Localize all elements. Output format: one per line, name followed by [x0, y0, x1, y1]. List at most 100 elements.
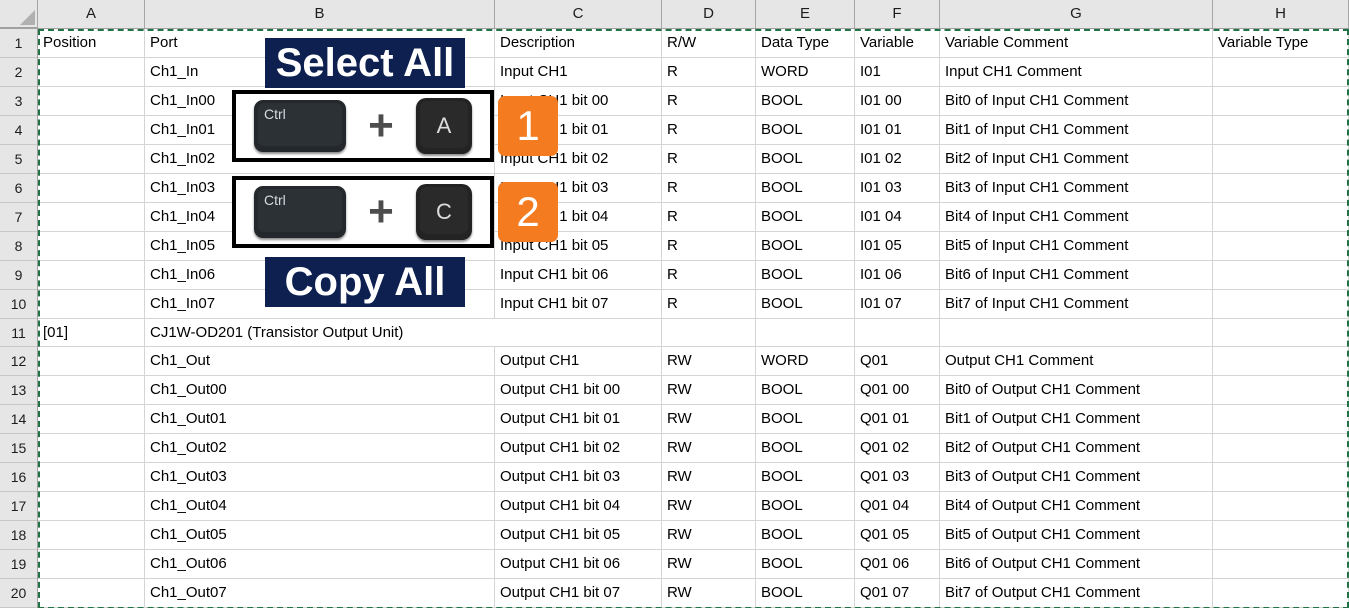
cell-e11[interactable]	[756, 319, 855, 347]
cell-d4[interactable]: R	[662, 116, 756, 145]
cell-b17[interactable]: Ch1_Out04	[145, 492, 495, 521]
row-header-8[interactable]: 8	[0, 232, 37, 261]
cell-g14[interactable]: Bit1 of Output CH1 Comment	[940, 405, 1213, 434]
cell-b14[interactable]: Ch1_Out01	[145, 405, 495, 434]
cell-b15[interactable]: Ch1_Out02	[145, 434, 495, 463]
cell-a20[interactable]	[38, 579, 145, 608]
row-header-1[interactable]: 1	[0, 29, 37, 58]
column-header-d[interactable]: D	[662, 0, 756, 28]
cell-c13[interactable]: Output CH1 bit 00	[495, 376, 662, 405]
cell-g12[interactable]: Output CH1 Comment	[940, 347, 1213, 376]
column-header-b[interactable]: B	[145, 0, 495, 28]
cell-a16[interactable]	[38, 463, 145, 492]
row-header-12[interactable]: 12	[0, 347, 37, 376]
cell-h4[interactable]	[1213, 116, 1349, 145]
cell-d6[interactable]: R	[662, 174, 756, 203]
cell-c10[interactable]: Input CH1 bit 07	[495, 290, 662, 319]
cell-h15[interactable]	[1213, 434, 1349, 463]
cell-g16[interactable]: Bit3 of Output CH1 Comment	[940, 463, 1213, 492]
cell-e10[interactable]: BOOL	[756, 290, 855, 319]
cell-f4[interactable]: I01 01	[855, 116, 940, 145]
cell-a1[interactable]: Position	[38, 29, 145, 58]
cell-g9[interactable]: Bit6 of Input CH1 Comment	[940, 261, 1213, 290]
cell-d19[interactable]: RW	[662, 550, 756, 579]
cell-d1[interactable]: R/W	[662, 29, 756, 58]
cell-c1[interactable]: Description	[495, 29, 662, 58]
cell-e16[interactable]: BOOL	[756, 463, 855, 492]
cell-e2[interactable]: WORD	[756, 58, 855, 87]
cell-a13[interactable]	[38, 376, 145, 405]
cell-f11[interactable]	[855, 319, 940, 347]
row-header-7[interactable]: 7	[0, 203, 37, 232]
cell-a14[interactable]	[38, 405, 145, 434]
cell-g8[interactable]: Bit5 of Input CH1 Comment	[940, 232, 1213, 261]
cell-c18[interactable]: Output CH1 bit 05	[495, 521, 662, 550]
cell-h9[interactable]	[1213, 261, 1349, 290]
cell-f15[interactable]: Q01 02	[855, 434, 940, 463]
cell-g19[interactable]: Bit6 of Output CH1 Comment	[940, 550, 1213, 579]
row-header-17[interactable]: 17	[0, 492, 37, 521]
cell-h20[interactable]	[1213, 579, 1349, 608]
cell-b19[interactable]: Ch1_Out06	[145, 550, 495, 579]
cell-e13[interactable]: BOOL	[756, 376, 855, 405]
cell-f10[interactable]: I01 07	[855, 290, 940, 319]
cell-h10[interactable]	[1213, 290, 1349, 319]
row-header-15[interactable]: 15	[0, 434, 37, 463]
cell-h14[interactable]	[1213, 405, 1349, 434]
cell-e4[interactable]: BOOL	[756, 116, 855, 145]
column-header-a[interactable]: A	[38, 0, 145, 28]
cell-d7[interactable]: R	[662, 203, 756, 232]
cell-h18[interactable]	[1213, 521, 1349, 550]
cell-e7[interactable]: BOOL	[756, 203, 855, 232]
cell-a18[interactable]	[38, 521, 145, 550]
row-header-16[interactable]: 16	[0, 463, 37, 492]
cell-e9[interactable]: BOOL	[756, 261, 855, 290]
cell-d15[interactable]: RW	[662, 434, 756, 463]
cell-b20[interactable]: Ch1_Out07	[145, 579, 495, 608]
cell-b11[interactable]: CJ1W-OD201 (Transistor Output Unit)	[145, 319, 662, 347]
cell-f5[interactable]: I01 02	[855, 145, 940, 174]
column-header-c[interactable]: C	[495, 0, 662, 28]
cell-b16[interactable]: Ch1_Out03	[145, 463, 495, 492]
row-header-4[interactable]: 4	[0, 116, 37, 145]
cell-a15[interactable]	[38, 434, 145, 463]
cell-b18[interactable]: Ch1_Out05	[145, 521, 495, 550]
row-header-10[interactable]: 10	[0, 290, 37, 319]
cell-g4[interactable]: Bit1 of Input CH1 Comment	[940, 116, 1213, 145]
cell-f2[interactable]: I01	[855, 58, 940, 87]
cell-a4[interactable]	[38, 116, 145, 145]
cell-a3[interactable]	[38, 87, 145, 116]
cell-c12[interactable]: Output CH1	[495, 347, 662, 376]
cell-a11[interactable]: [01]	[38, 319, 145, 347]
cell-c19[interactable]: Output CH1 bit 06	[495, 550, 662, 579]
cell-e12[interactable]: WORD	[756, 347, 855, 376]
cell-a19[interactable]	[38, 550, 145, 579]
column-header-e[interactable]: E	[756, 0, 855, 28]
cell-d9[interactable]: R	[662, 261, 756, 290]
cell-d17[interactable]: RW	[662, 492, 756, 521]
cell-g2[interactable]: Input CH1 Comment	[940, 58, 1213, 87]
cell-e3[interactable]: BOOL	[756, 87, 855, 116]
cell-f6[interactable]: I01 03	[855, 174, 940, 203]
cell-f9[interactable]: I01 06	[855, 261, 940, 290]
cell-a12[interactable]	[38, 347, 145, 376]
cell-h13[interactable]	[1213, 376, 1349, 405]
cell-d5[interactable]: R	[662, 145, 756, 174]
cell-e8[interactable]: BOOL	[756, 232, 855, 261]
cell-a6[interactable]	[38, 174, 145, 203]
cell-a9[interactable]	[38, 261, 145, 290]
cell-d3[interactable]: R	[662, 87, 756, 116]
cell-d10[interactable]: R	[662, 290, 756, 319]
cell-f17[interactable]: Q01 04	[855, 492, 940, 521]
row-header-11[interactable]: 11	[0, 319, 37, 347]
select-all-corner-button[interactable]	[0, 0, 38, 28]
cell-h1[interactable]: Variable Type	[1213, 29, 1349, 58]
cell-e15[interactable]: BOOL	[756, 434, 855, 463]
cell-a2[interactable]	[38, 58, 145, 87]
cell-a10[interactable]	[38, 290, 145, 319]
cell-e20[interactable]: BOOL	[756, 579, 855, 608]
cell-h2[interactable]	[1213, 58, 1349, 87]
cell-e1[interactable]: Data Type	[756, 29, 855, 58]
cell-a7[interactable]	[38, 203, 145, 232]
cell-g10[interactable]: Bit7 of Input CH1 Comment	[940, 290, 1213, 319]
